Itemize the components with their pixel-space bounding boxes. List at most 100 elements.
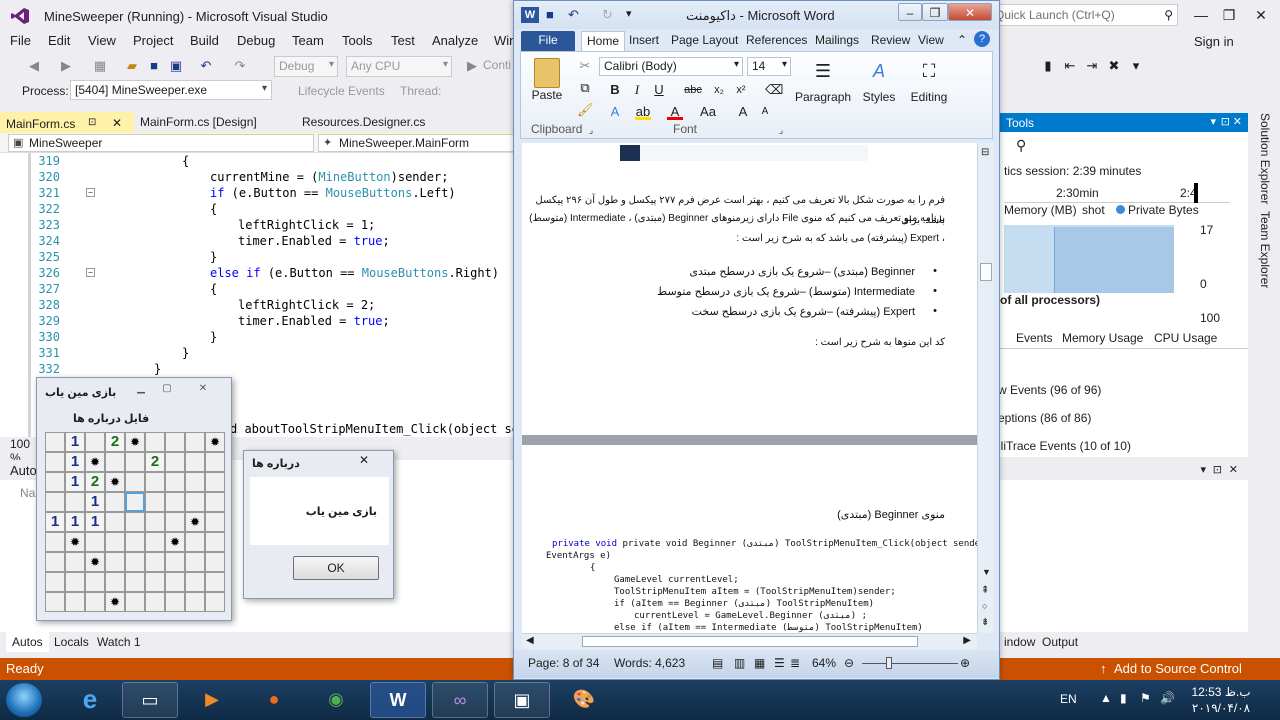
zoom-percent[interactable]: 64% — [812, 656, 836, 670]
mine-cell[interactable] — [85, 432, 105, 452]
mine-cell[interactable] — [185, 532, 205, 552]
tab-mainform-design[interactable]: MainForm.cs [Design] — [134, 112, 263, 132]
mine-cell[interactable] — [45, 432, 65, 452]
tab-page-layout[interactable]: Page Layout — [671, 33, 738, 47]
events-show-events[interactable]: w Events (96 of 96) — [998, 383, 1101, 397]
mine-cell[interactable] — [45, 472, 65, 492]
mine-cell[interactable] — [185, 552, 205, 572]
process-combo[interactable]: [5404] MineSweeper.exe — [70, 80, 272, 100]
mine-cell[interactable] — [145, 472, 165, 492]
menu-file[interactable]: File — [10, 33, 31, 48]
mine-cell[interactable] — [65, 592, 85, 612]
mine-cell[interactable] — [165, 552, 185, 572]
close-button[interactable]: ✕ — [1246, 4, 1276, 26]
mine-cell[interactable] — [185, 492, 205, 512]
mine-cell[interactable] — [145, 552, 165, 572]
next-bookmark-icon[interactable]: ⇥ — [1084, 58, 1100, 74]
menu-debug[interactable]: Debug — [237, 33, 275, 48]
tab-memory-usage[interactable]: Memory Usage — [1062, 331, 1143, 345]
mine-cell[interactable]: 1 — [65, 472, 85, 492]
scroll-left-icon[interactable]: ◀ — [526, 635, 534, 646]
mine-cell[interactable] — [165, 492, 185, 512]
ok-button[interactable]: OK — [293, 556, 379, 580]
word-maximize-button[interactable]: ❐ — [922, 3, 948, 21]
mine-cell[interactable] — [205, 532, 225, 552]
mine-cell[interactable] — [205, 552, 225, 572]
word-horizontal-scrollbar[interactable]: ◀ ▶ — [522, 633, 977, 649]
mine-icon[interactable]: ✹ — [65, 532, 85, 552]
web-layout-icon[interactable]: ▦ — [754, 656, 765, 670]
volume-icon[interactable]: 🔊 — [1160, 691, 1175, 705]
draft-icon[interactable]: ≣ — [790, 656, 800, 670]
previous-page-icon[interactable]: ⇞ — [981, 585, 989, 596]
mine-cell[interactable] — [145, 532, 165, 552]
mine-icon[interactable]: ✹ — [85, 452, 105, 472]
close-tab-icon[interactable]: ✕ — [112, 116, 122, 130]
tab-mailings[interactable]: Mailings — [815, 33, 859, 47]
mine-cell[interactable]: 1 — [85, 512, 105, 532]
redo-icon[interactable]: ↷ — [232, 58, 248, 74]
clipboard-launcher-icon[interactable]: ⌟ — [583, 122, 599, 138]
platform-combo[interactable]: Any CPU — [346, 56, 452, 77]
tab-mainform-cs[interactable]: MainForm.cs ⊡ ✕ — [0, 112, 134, 132]
scroll-down-icon[interactable]: ▼ — [982, 567, 991, 577]
solution-explorer-tab[interactable]: Solution Explorer — [1258, 113, 1272, 204]
full-screen-reading-icon[interactable]: ▥ — [734, 656, 745, 670]
styles-button[interactable]: A Styles — [859, 60, 899, 104]
minesweeper-taskbar-icon[interactable]: ▣ — [494, 682, 550, 718]
maximize-button[interactable]: ▢ — [155, 382, 179, 398]
mine-cell[interactable]: 1 — [65, 512, 85, 532]
start-button[interactable] — [6, 683, 42, 717]
fold-toggle-icon[interactable]: − — [86, 188, 95, 197]
mine-cell[interactable]: 2 — [145, 452, 165, 472]
mine-cell[interactable] — [165, 592, 185, 612]
strikethrough-icon[interactable]: abc — [683, 82, 703, 98]
paste-button[interactable]: Paste — [529, 58, 565, 102]
help-icon[interactable]: ? — [974, 31, 990, 47]
mine-cell[interactable] — [205, 572, 225, 592]
word-minimize-button[interactable]: – — [898, 3, 922, 21]
events-exceptions[interactable]: eptions (86 of 86) — [998, 411, 1091, 425]
mine-icon[interactable]: ✹ — [125, 432, 145, 452]
mine-cell[interactable] — [105, 492, 125, 512]
menu-test[interactable]: Test — [391, 33, 415, 48]
save-icon[interactable]: ■ — [146, 58, 162, 74]
memory-chart[interactable] — [1004, 225, 1174, 293]
zoom-slider[interactable] — [862, 663, 958, 664]
zoom-out-icon[interactable]: ⊖ — [844, 656, 854, 670]
tab-view[interactable]: View — [918, 33, 944, 47]
mine-cell[interactable] — [125, 472, 145, 492]
outline-icon[interactable]: ☰ — [774, 656, 785, 670]
tab-references[interactable]: References — [746, 33, 807, 47]
mine-icon[interactable]: ✹ — [105, 592, 125, 612]
grow-font-icon[interactable]: A — [735, 104, 751, 120]
close-icon[interactable]: ✕ — [1233, 115, 1242, 128]
italic-icon[interactable]: I — [629, 82, 645, 98]
close-button[interactable]: ✕ — [191, 382, 215, 398]
internet-explorer-icon[interactable]: e — [62, 682, 118, 718]
mine-cell[interactable] — [105, 512, 125, 532]
chrome-icon[interactable]: ◉ — [308, 682, 364, 718]
mine-cell[interactable] — [185, 572, 205, 592]
ruler-toggle-icon[interactable]: ⊟ — [981, 147, 989, 158]
file-explorer-icon[interactable]: ▭ — [122, 682, 178, 718]
customize-toolbar-icon[interactable]: ▾ — [626, 7, 632, 20]
mine-cell[interactable] — [125, 572, 145, 592]
close-button[interactable]: ✕ — [342, 452, 386, 470]
dropdown-icon[interactable]: ▾ — [1200, 463, 1206, 476]
maximize-button[interactable]: ❐ — [1214, 4, 1244, 26]
flag-icon[interactable]: ⚑ — [1140, 691, 1151, 705]
mine-cell[interactable] — [65, 552, 85, 572]
mine-cell[interactable] — [105, 572, 125, 592]
minimize-button[interactable]: — — [1186, 4, 1216, 26]
tab-locals[interactable]: Locals — [48, 632, 95, 652]
mine-cell[interactable] — [145, 492, 165, 512]
menu-tools[interactable]: Tools — [342, 33, 372, 48]
mine-cell[interactable] — [185, 472, 205, 492]
mine-cell[interactable] — [45, 552, 65, 572]
word-taskbar-icon[interactable]: W — [370, 682, 426, 718]
tab-output[interactable]: Output — [1036, 632, 1084, 652]
mine-cell[interactable] — [165, 432, 185, 452]
next-page-icon[interactable]: ⇟ — [981, 617, 989, 628]
mine-cell[interactable] — [165, 472, 185, 492]
